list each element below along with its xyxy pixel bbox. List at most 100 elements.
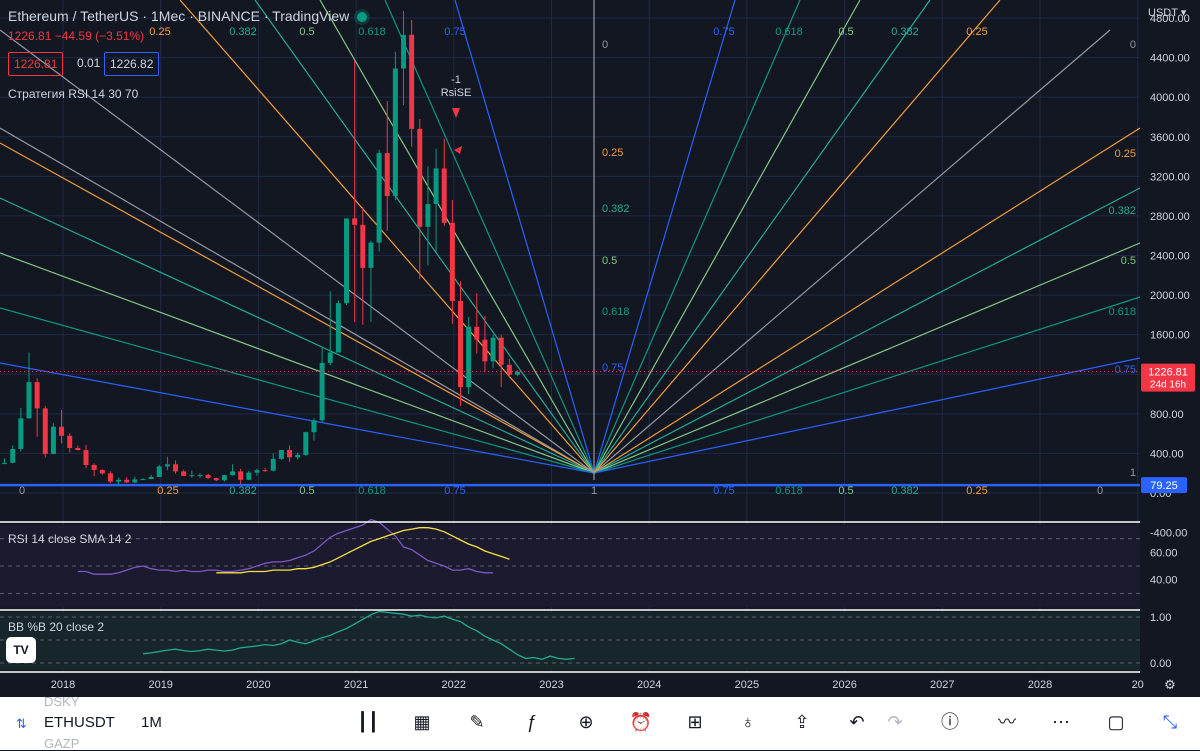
- x-tick-label: 2021: [344, 679, 368, 691]
- candle-body: [368, 242, 374, 268]
- x-tick-label: 2026: [832, 679, 856, 691]
- alert-icon[interactable]: ⏰: [626, 709, 656, 735]
- share-icon[interactable]: ⇪: [787, 709, 817, 735]
- strategy-signal-count: -1: [451, 74, 461, 86]
- fan-label-top: 0.382: [229, 26, 257, 38]
- candle-body: [67, 435, 73, 448]
- chart-canvas[interactable]: 0.25 0.382 0.5 0.618 0.75 0.75 0.618 0.5 0.382 0.…: [0, 0, 1200, 697]
- fan-label-bottom: 0: [1097, 485, 1103, 497]
- indicators-calendar-icon[interactable]: ▦: [407, 709, 437, 735]
- candle-body: [458, 301, 464, 388]
- candle-body: [515, 371, 520, 375]
- bar-style-icon[interactable]: ┃┃: [353, 709, 383, 735]
- spread-value: 0.01: [77, 56, 101, 70]
- x-tick-label: 2018: [51, 679, 75, 691]
- candle-body: [124, 479, 130, 483]
- layout-icon[interactable]: ⊞: [680, 709, 710, 735]
- tradingview-logo[interactable]: TV: [6, 637, 36, 663]
- fan-label-top: 0.382: [891, 26, 919, 38]
- candle-body: [384, 153, 390, 197]
- y-tick-label: 3200.00: [1150, 171, 1190, 183]
- last-price-tag-value: 1226.81: [1148, 367, 1188, 379]
- candle-body: [335, 303, 341, 353]
- settings-icon[interactable]: ⚙: [1164, 677, 1176, 692]
- drawing-icon[interactable]: ✎: [462, 709, 492, 735]
- candle-body: [401, 34, 407, 69]
- candle-body: [34, 382, 40, 409]
- symbol-selector[interactable]: ETHUSDT: [44, 714, 115, 731]
- fan-label-bottom: 0.382: [229, 485, 257, 497]
- candle-body: [2, 462, 8, 464]
- candle-body: [482, 339, 488, 362]
- undo-icon[interactable]: ↶: [842, 709, 872, 735]
- sell-button[interactable]: 1226.81: [8, 52, 64, 76]
- candle-body: [181, 471, 187, 476]
- fan-label-top: 0.75: [713, 26, 734, 38]
- candle-body: [59, 426, 65, 436]
- fan-label-bottom: 0.25: [966, 485, 987, 497]
- candle-body: [352, 218, 358, 225]
- candle-body: [26, 382, 32, 419]
- x-tick-label: 2020: [246, 679, 270, 691]
- candle-body: [327, 352, 333, 363]
- x-tick-label: 2025: [735, 679, 759, 691]
- fan-label-right: 1: [1130, 467, 1136, 479]
- buy-button[interactable]: 1226.82: [104, 52, 160, 76]
- candle-body: [376, 153, 382, 243]
- info-icon[interactable]: ⓘ: [935, 709, 965, 735]
- y-tick-label: 2400.00: [1150, 251, 1190, 263]
- formula-icon[interactable]: ƒ: [517, 709, 547, 735]
- fan-label-right: 0.25: [1115, 148, 1136, 160]
- candle-body: [99, 469, 105, 474]
- strategy-label[interactable]: Стратегия RSI 14 30 70: [8, 87, 138, 101]
- x-tick-label: 20: [1132, 679, 1144, 691]
- candle-body: [50, 426, 56, 454]
- candle-body: [466, 326, 472, 388]
- candle-body: [107, 473, 113, 482]
- bb-pane-label[interactable]: BB %B 20 close 2: [8, 620, 104, 634]
- fan-label-bottom: 0: [19, 485, 25, 497]
- fan-label-bottom: 0.382: [891, 485, 919, 497]
- fan-label-center: 0.75: [602, 362, 623, 374]
- add-icon[interactable]: ⊕: [571, 709, 601, 735]
- symbol-header[interactable]: Ethereum / TetherUS · 1Мес · BINANCE · T…: [8, 8, 368, 24]
- collapse-icon[interactable]: ⤡: [1155, 709, 1185, 735]
- x-tick-label: 2024: [637, 679, 661, 691]
- idea-icon[interactable]: ♁: [733, 709, 763, 735]
- candle-body: [230, 471, 236, 476]
- y-tick-label: -400.00: [1150, 528, 1187, 540]
- time-axis: [0, 673, 1200, 697]
- candle-body: [148, 476, 154, 480]
- candle-body: [197, 474, 203, 476]
- candle-body: [278, 449, 284, 459]
- symbol-prev[interactable]: DSKY: [44, 694, 79, 709]
- y-tick-label: 4800.00: [1150, 13, 1190, 25]
- rsi-y-tick-label: 60.00: [1150, 547, 1178, 559]
- fan-label-top: 0.5: [299, 26, 314, 38]
- candle-body: [303, 432, 309, 455]
- bb-y-tick-label: 0.00: [1150, 658, 1171, 670]
- fan-label-top: 0.25: [966, 26, 987, 38]
- chart-title: Ethereum / TetherUS · 1Мес · BINANCE · T…: [8, 8, 350, 24]
- candle-body: [221, 475, 227, 481]
- y-tick-label: 1600.00: [1150, 330, 1190, 342]
- y-tick-label: 3600.00: [1150, 132, 1190, 144]
- rsi-pane-label[interactable]: RSI 14 close SMA 14 2: [8, 532, 131, 546]
- symbol-next[interactable]: GAZP: [44, 736, 79, 751]
- interval-selector[interactable]: 1M: [141, 714, 162, 731]
- trend-icon[interactable]: 〰: [992, 709, 1022, 735]
- candle-body: [213, 478, 219, 481]
- more-icon[interactable]: ⋯: [1046, 709, 1076, 735]
- candle-body: [409, 34, 415, 129]
- candle-body: [189, 475, 195, 477]
- x-tick-label: 2019: [148, 679, 172, 691]
- fan-label-center: 0.25: [602, 147, 623, 159]
- redo-icon[interactable]: ↷: [880, 709, 910, 735]
- candle-body: [360, 224, 366, 268]
- candle-body: [254, 470, 260, 473]
- bb-pane-background: [0, 612, 1140, 670]
- fan-label-bottom: 1: [591, 485, 597, 497]
- symbol-switch-icon[interactable]: ⇅: [16, 716, 27, 732]
- fan-label-right: 0.382: [1108, 205, 1136, 217]
- window-icon[interactable]: ▢: [1101, 709, 1131, 735]
